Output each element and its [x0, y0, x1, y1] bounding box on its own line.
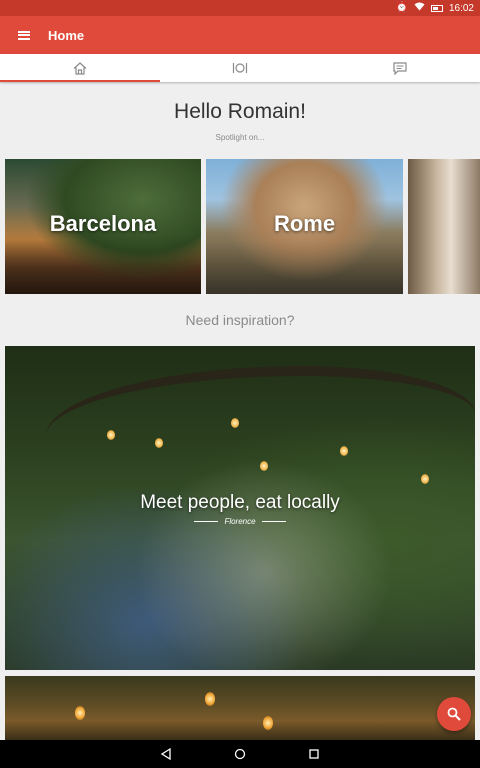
string-light — [340, 446, 348, 456]
recents-icon[interactable] — [308, 748, 320, 760]
hero-location: Florence — [224, 517, 256, 526]
city-label: Barcelona — [49, 211, 157, 236]
city-label: Rome — [273, 211, 336, 236]
string-light — [205, 692, 215, 706]
status-bar: ⏰ 16:02 — [0, 0, 480, 16]
city-card-partial[interactable] — [408, 159, 480, 294]
divider-line — [261, 521, 286, 522]
string-light — [75, 706, 85, 720]
home-circle-icon[interactable] — [234, 748, 246, 760]
string-light — [260, 461, 268, 471]
spotlight-label: Spotlight on... — [215, 133, 265, 142]
tab-bar — [0, 54, 480, 82]
status-time: 16:02 — [448, 2, 474, 14]
app-bar: Home — [0, 16, 480, 54]
inspiration-heading: Need inspiration? — [185, 312, 295, 328]
greeting-title: Hello Romain! — [174, 100, 306, 123]
back-icon[interactable] — [160, 748, 172, 760]
plate-cutlery-icon — [232, 63, 248, 73]
alarm-icon: ⏰ — [395, 2, 408, 13]
battery-icon — [430, 4, 443, 12]
hamburger-icon — [18, 30, 30, 40]
search-fab-button[interactable] — [437, 697, 471, 731]
divider-line — [194, 521, 219, 522]
wifi-icon — [414, 2, 425, 14]
string-light — [421, 474, 429, 484]
string-light — [155, 438, 163, 448]
home-icon — [73, 61, 87, 75]
hero-card[interactable]: Meet people, eat locally Florence — [5, 346, 475, 670]
string-light — [231, 418, 239, 428]
search-icon — [447, 707, 461, 721]
hero-subtitle: Florence — [5, 517, 475, 526]
tab-messages[interactable] — [320, 54, 480, 82]
hero-title: Meet people, eat locally — [140, 492, 340, 513]
menu-button[interactable] — [0, 16, 48, 54]
system-nav-bar — [0, 740, 480, 768]
app-title: Home — [48, 27, 85, 43]
tab-dining[interactable] — [160, 54, 320, 82]
string-light — [107, 430, 115, 440]
city-card-barcelona[interactable]: Barcelona — [5, 159, 201, 294]
next-inspiration-card[interactable] — [5, 676, 475, 740]
string-light — [263, 716, 273, 730]
tab-home[interactable] — [0, 54, 160, 82]
city-card-rome[interactable]: Rome — [206, 159, 403, 294]
message-icon — [393, 61, 407, 75]
